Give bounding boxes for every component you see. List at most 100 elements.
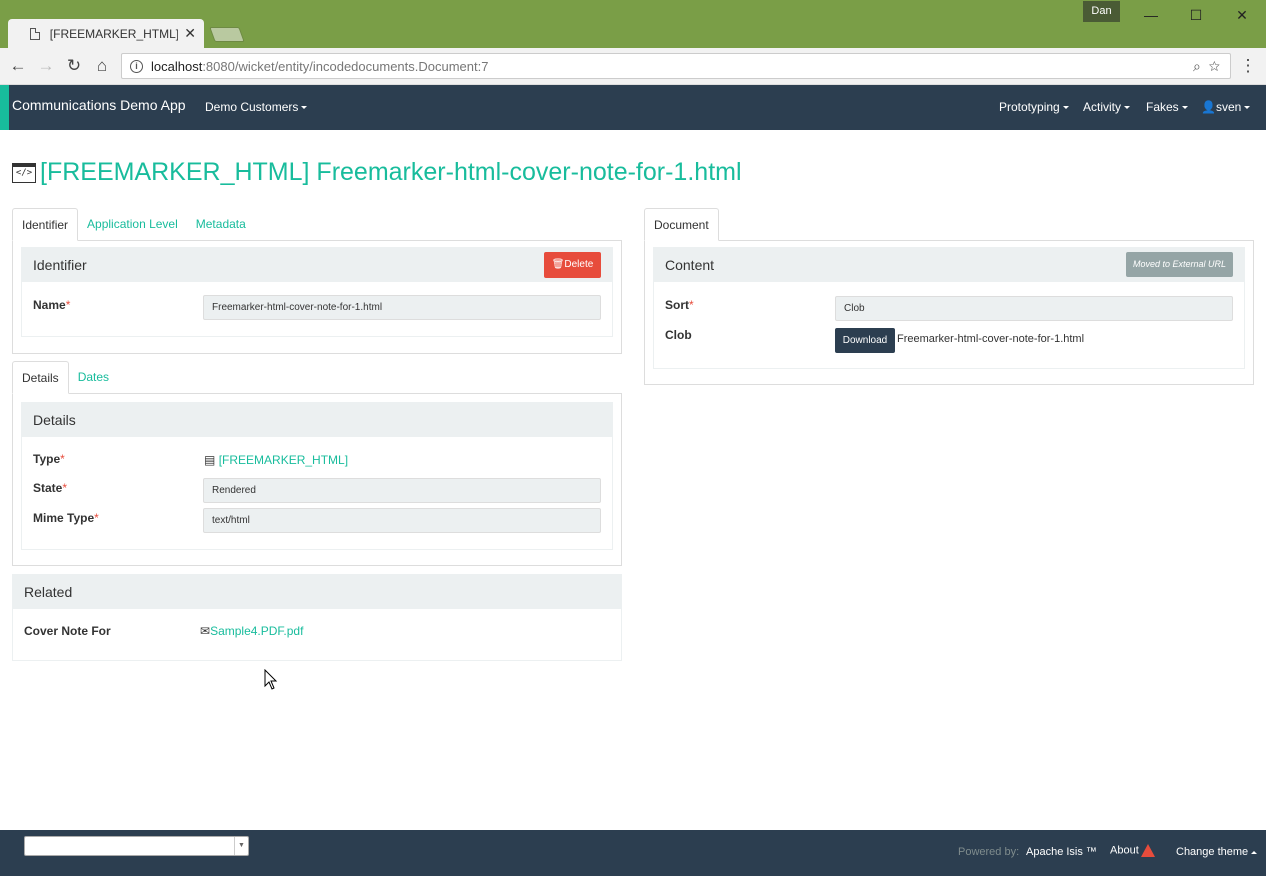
home-icon[interactable]: ⌂ bbox=[92, 56, 112, 76]
profile-badge[interactable]: Dan bbox=[1083, 1, 1120, 22]
content-heading: Content bbox=[665, 257, 715, 273]
required-marker: * bbox=[689, 298, 694, 312]
menu-user-label: sven bbox=[1215, 100, 1242, 114]
close-window-icon[interactable]: ✕ bbox=[1219, 2, 1265, 28]
browser-tab[interactable]: [FREEMARKER_HTML] Freemarker-html-cover-… bbox=[8, 19, 204, 48]
content-panel: Content Moved to External URL Sort* Clob… bbox=[653, 247, 1245, 369]
clob-filename: Freemarker-html-cover-note-for-1.html bbox=[897, 333, 1085, 345]
menu-user[interactable]: 👤sven bbox=[1201, 100, 1251, 114]
change-theme-label: Change theme bbox=[1176, 846, 1249, 858]
back-icon[interactable]: ← bbox=[8, 56, 28, 76]
zoom-icon[interactable]: ⌕ bbox=[1193, 58, 1201, 74]
related-panel: Related Cover Note For ✉Sample4.PDF.pdf bbox=[12, 574, 622, 661]
browser-menu-icon[interactable]: ⋮ bbox=[1238, 56, 1258, 76]
caret-down-icon bbox=[1244, 106, 1251, 110]
details-panel: Details Type* ▤ [FREEMARKER_HTML] State*… bbox=[21, 402, 613, 550]
envelope-icon: ✉ bbox=[200, 624, 211, 638]
address-bar: ← → ↻ ⌂ i localhost:8080/wicket/entity/i… bbox=[0, 48, 1266, 85]
details-tab-content: Details Type* ▤ [FREEMARKER_HTML] State*… bbox=[12, 394, 622, 566]
user-icon: 👤 bbox=[1201, 100, 1216, 114]
tab-identifier[interactable]: Identifier bbox=[12, 208, 79, 241]
info-icon[interactable]: i bbox=[130, 59, 143, 73]
code-document-icon: </> bbox=[12, 162, 36, 183]
tab-close-icon[interactable]: ✕ bbox=[184, 25, 196, 42]
cover-note-link[interactable]: ✉Sample4.PDF.pdf bbox=[200, 624, 303, 638]
document-tab-content: Content Moved to External URL Sort* Clob… bbox=[644, 241, 1254, 385]
forward-icon[interactable]: → bbox=[36, 56, 56, 76]
app-navbar: Communications Demo App Demo Customers P… bbox=[0, 85, 1266, 130]
about-link[interactable]: About bbox=[1110, 844, 1155, 857]
minimize-icon[interactable]: — bbox=[1128, 2, 1174, 28]
name-field[interactable]: Freemarker-html-cover-note-for-1.html bbox=[203, 295, 601, 320]
powered-by: Powered by: bbox=[958, 846, 1020, 858]
zoom-bookmark-icons[interactable]: ⌕ ☆ bbox=[1193, 58, 1220, 75]
mouse-cursor-icon bbox=[264, 669, 278, 690]
mime-type-field[interactable]: text/html bbox=[203, 508, 601, 533]
tab-document[interactable]: Document bbox=[644, 208, 719, 241]
footer-select[interactable]: ▼ bbox=[24, 836, 249, 856]
sort-field[interactable]: Clob bbox=[835, 296, 1233, 321]
caret-down-icon bbox=[1181, 106, 1188, 110]
caret-down-icon bbox=[1124, 106, 1131, 110]
identifier-heading: Identifier bbox=[33, 257, 87, 273]
tab-application-level[interactable]: Application Level bbox=[78, 208, 187, 240]
menu-fakes[interactable]: Fakes bbox=[1146, 100, 1188, 114]
moved-to-external-url-button[interactable]: Moved to External URL bbox=[1126, 252, 1233, 277]
type-label: Type* bbox=[33, 452, 65, 466]
type-link-text: [FREEMARKER_HTML] bbox=[218, 453, 349, 467]
url-input[interactable]: i localhost:8080/wicket/entity/incodedoc… bbox=[121, 53, 1231, 79]
menu-activity-label: Activity bbox=[1083, 100, 1122, 114]
cover-note-label: Cover Note For bbox=[24, 624, 111, 638]
delete-button[interactable]: 🗑Delete bbox=[544, 252, 601, 278]
cover-note-link-text: Sample4.PDF.pdf bbox=[210, 624, 304, 638]
change-theme-menu[interactable]: Change theme bbox=[1176, 846, 1258, 858]
download-button[interactable]: Download bbox=[835, 328, 895, 353]
tab-metadata[interactable]: Metadata bbox=[187, 208, 255, 240]
bookmark-star-icon[interactable]: ☆ bbox=[1209, 58, 1220, 74]
required-marker: * bbox=[94, 511, 99, 525]
menu-activity[interactable]: Activity bbox=[1083, 100, 1131, 114]
warning-icon bbox=[1140, 844, 1155, 857]
identifier-panel: Identifier 🗑Delete Name* Freemarker-html… bbox=[21, 247, 613, 337]
document-tabs: Document bbox=[644, 208, 1254, 241]
sort-label-text: Sort bbox=[665, 298, 689, 312]
identifier-tab-content: Identifier 🗑Delete Name* Freemarker-html… bbox=[12, 241, 622, 354]
select-arrow-icon: ▼ bbox=[234, 837, 248, 855]
required-marker: * bbox=[62, 481, 68, 495]
caret-down-icon bbox=[1062, 106, 1069, 110]
state-field[interactable]: Rendered bbox=[203, 478, 601, 503]
mime-label-text: Mime Type bbox=[33, 511, 95, 525]
menu-demo-customers[interactable]: Demo Customers bbox=[205, 100, 308, 114]
menu-prototyping[interactable]: Prototyping bbox=[999, 100, 1069, 114]
sort-label: Sort* bbox=[665, 298, 694, 312]
document-icon: ▤ bbox=[204, 453, 216, 467]
reload-icon[interactable]: ↻ bbox=[64, 56, 84, 76]
required-marker: * bbox=[60, 452, 65, 466]
menu-demo-customers-label: Demo Customers bbox=[205, 100, 299, 114]
clob-label: Clob bbox=[665, 328, 692, 342]
related-panel-heading: Related bbox=[13, 575, 621, 609]
apache-isis-link[interactable]: Apache Isis ™ bbox=[1026, 846, 1097, 858]
state-label-text: State bbox=[33, 481, 63, 495]
required-marker: * bbox=[65, 298, 71, 312]
page-icon bbox=[30, 27, 40, 40]
about-label: About bbox=[1110, 844, 1139, 857]
url-path: :8080/wicket/entity/incodedocuments.Docu… bbox=[202, 58, 489, 74]
details-tabs: Details Dates bbox=[12, 361, 622, 394]
name-label-text: Name bbox=[33, 298, 66, 312]
app-brand[interactable]: Communications Demo App bbox=[12, 97, 186, 113]
caret-up-icon bbox=[1251, 850, 1258, 854]
tab-title: [FREEMARKER_HTML] Freemarker-html-cover-… bbox=[49, 26, 179, 41]
menu-fakes-label: Fakes bbox=[1146, 100, 1179, 114]
identifier-tabs: Identifier Application Level Metadata bbox=[12, 208, 622, 241]
name-label: Name* bbox=[33, 298, 70, 312]
tab-dates[interactable]: Dates bbox=[69, 361, 118, 393]
tab-details[interactable]: Details bbox=[12, 361, 69, 394]
new-tab-button[interactable] bbox=[209, 27, 245, 42]
content-panel-heading: Content Moved to External URL bbox=[654, 248, 1244, 282]
url-host: localhost bbox=[151, 58, 203, 74]
page-title-text: [FREEMARKER_HTML] Freemarker-html-cover-… bbox=[40, 158, 742, 186]
type-link[interactable]: ▤ [FREEMARKER_HTML] bbox=[204, 453, 348, 467]
maximize-icon[interactable]: ☐ bbox=[1173, 2, 1219, 28]
page-title: </> [FREEMARKER_HTML] Freemarker-html-co… bbox=[12, 158, 742, 187]
